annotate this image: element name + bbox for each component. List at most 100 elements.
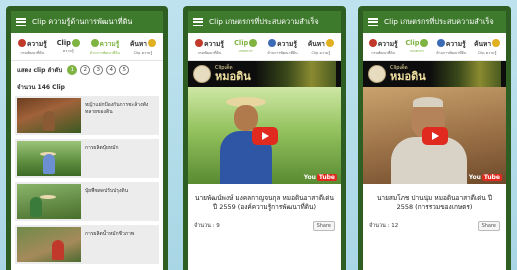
nav-item-clip[interactable]: Clip เกษตรกร [234,39,258,54]
clip-title[interactable]: ปุ๋ยพืชสดปรับปรุงดิน [85,184,128,219]
clip-thumbnail[interactable] [17,141,81,176]
mordin-logo-icon [193,65,211,83]
nav-label: Clip [234,39,249,47]
rice-field-image [254,61,336,87]
youtube-tube: Tube [316,174,337,181]
pagination: แสดง clip ลำดับ 1 2 3 4 5 [11,61,163,79]
menu-icon[interactable] [16,18,26,26]
page-title: Clip ความรู้ด้านการพัฒนาที่ดิน [32,17,133,26]
nav-label: ความรู้ [99,39,120,48]
share-button[interactable]: Share [312,220,335,231]
menu-icon[interactable] [193,18,203,26]
play-icon[interactable] [251,126,278,145]
nav-item-clip[interactable]: Clip ความรู้ [57,39,80,54]
page-button-2[interactable]: 2 [80,65,91,75]
video-caption: นายสมโภช ปานนุ่ม หมอดินอาสาดีเด่น ปี 255… [376,194,493,211]
ldd-icon [195,39,204,47]
play-icon[interactable] [421,126,448,145]
search-icon [325,39,334,47]
page-button-1[interactable]: 1 [67,65,78,75]
phone-screen-video-2: Clip เกษตรกรที่ประสบความสำเร็จ ความรู้ ก… [358,6,511,270]
nav-sublabel: ด้านการพัฒนาที่ดิน [89,50,120,55]
nav-item-land-knowledge[interactable]: ความรู้ ด้านการพัฒนาที่ดิน [436,38,466,56]
video-footer: จำนวน : 9 Share [188,218,341,234]
rice-field-image [429,61,501,87]
leaf-icon [420,39,429,47]
nav-label: ค้นหา [130,39,147,48]
page-button-4[interactable]: 4 [106,65,117,75]
nav-item-knowledge[interactable]: ความรู้ กรมพัฒนาที่ดิน [195,38,224,56]
video-caption: นายพัฒน์พงษ์ มงคลกาญจนกุล หมอดินอาสาดีเด… [195,194,334,211]
menu-icon[interactable] [368,18,378,26]
nav-item-knowledge[interactable]: ความรู้ กรมพัฒนาที่ดิน [18,38,47,56]
nav-label: ความรู้ [445,39,466,48]
search-icon [147,39,156,47]
clip-thumbnail[interactable] [17,227,81,262]
nav-sublabel: ด้านการพัฒนาที่ดิน [436,50,467,55]
program-banner: Clipเด็ด หมอดิน [188,61,341,87]
clip-thumbnail[interactable] [17,98,81,133]
nav-sublabel: Clip ความรู้ [477,50,497,55]
clip-title[interactable]: การผลิตน้ำหมักชีวภาพ [85,227,134,262]
leaf-icon [71,39,80,47]
nav-label: Clip [56,39,71,47]
nav-sublabel: เกษตรกร [409,49,424,53]
list-item[interactable]: การผลิตน้ำหมักชีวภาพ [15,225,159,264]
pagination-label: แสดง clip ลำดับ [17,67,63,74]
hat-shape [40,195,57,199]
list-item[interactable]: ปุ๋ยพืชสดปรับปรุงดิน [15,182,159,221]
category-nav: ความรู้ กรมพัฒนาที่ดิน Clip เกษตรกร ความ… [363,33,506,61]
video-player[interactable]: You Tube [363,87,506,184]
page-button-5[interactable]: 5 [119,65,130,75]
clip-title[interactable]: การผลิตปุ๋ยหมัก [85,141,118,176]
nav-label: ความรู้ [204,39,224,48]
video-footer: จำนวน : 12 Share [363,218,506,234]
person-figure [29,197,42,217]
youtube-logo-icon[interactable]: You Tube [304,174,337,181]
nav-sublabel: เกษตรกร [238,49,253,53]
app-bar: Clip ความรู้ด้านการพัฒนาที่ดิน [11,11,163,33]
view-count: จำนวน : 9 [194,222,220,229]
nav-item-search[interactable]: ค้นหา Clip ความรู้ [308,38,334,56]
category-nav: ความรู้ กรมพัฒนาที่ดิน Clip ความรู้ ความ… [11,33,163,61]
phone-screen-clip-list: Clip ความรู้ด้านการพัฒนาที่ดิน ความรู้ ก… [6,6,168,270]
nav-item-search[interactable]: ค้นหา Clip ความรู้ [130,38,156,56]
book-icon [268,39,277,47]
clip-thumbnail[interactable] [17,184,81,219]
list-item[interactable]: หญ้าแฝกป้องกันการชะล้างพังทลายของดิน [15,96,159,135]
clip-count: จำนวน 146 Clip [17,84,65,91]
youtube-you: You [468,174,481,181]
leaf-icon [249,39,258,47]
nav-sublabel: ความรู้ [62,49,74,53]
app-bar: Clip เกษตรกรที่ประสบความสำเร็จ [363,11,506,33]
mordin-logo-icon [368,65,386,83]
banner-title: หมอดิน [215,70,251,83]
nav-item-clip[interactable]: Clip เกษตรกร [405,39,429,54]
leaf-icon [90,39,99,47]
video-player[interactable]: You Tube [188,87,341,184]
book-icon [436,39,445,47]
youtube-tube: Tube [481,174,502,181]
app-bar: Clip เกษตรกรที่ประสบความสำเร็จ [188,11,341,33]
person-figure [52,240,65,260]
nav-item-land-knowledge[interactable]: ความรู้ ด้านการพัฒนาที่ดิน [267,38,298,56]
nav-item-search[interactable]: ค้นหา Clip ความรู้ [474,38,501,56]
page-title: Clip เกษตรกรที่ประสบความสำเร็จ [209,17,319,26]
nav-label: ค้นหา [307,39,325,48]
page-title: Clip เกษตรกรที่ประสบความสำเร็จ [384,17,494,26]
hair-shape [413,97,443,107]
nav-label: ความรู้ [377,39,398,48]
nav-item-knowledge[interactable]: ความรู้ กรมพัฒนาที่ดิน [368,38,398,56]
banner-title: หมอดิน [390,70,426,83]
nav-sublabel: กรมพัฒนาที่ดิน [197,50,222,55]
list-item[interactable]: การผลิตปุ๋ยหมัก [15,139,159,178]
share-button[interactable]: Share [477,220,500,231]
youtube-you: You [303,174,316,181]
search-icon [492,39,501,47]
clip-title[interactable]: หญ้าแฝกป้องกันการชะล้างพังทลายของดิน [85,98,157,133]
person-figure [42,111,55,131]
youtube-logo-icon[interactable]: You Tube [469,174,502,181]
nav-sublabel: กรมพัฒนาที่ดิน [20,50,45,55]
page-button-3[interactable]: 3 [93,65,104,75]
nav-item-land-knowledge[interactable]: ความรู้ ด้านการพัฒนาที่ดิน [90,38,120,56]
